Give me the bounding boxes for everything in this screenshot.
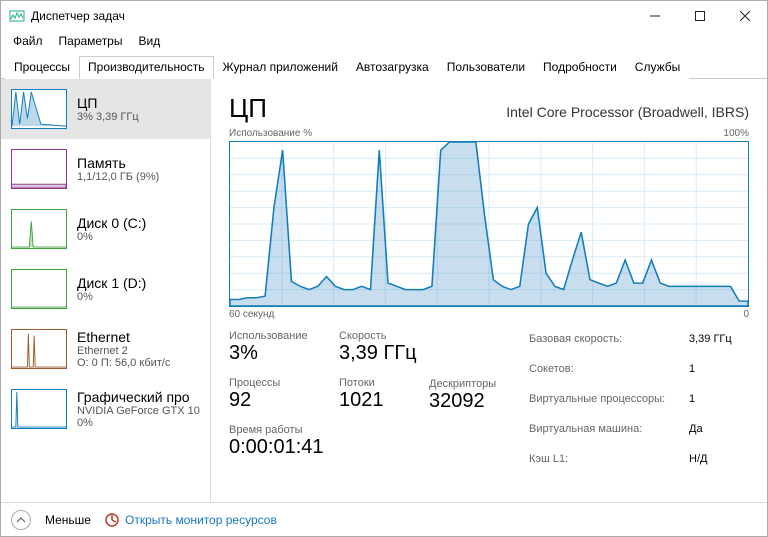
tab-services[interactable]: Службы <box>626 56 689 79</box>
tab-users[interactable]: Пользователи <box>438 56 534 79</box>
footer: Меньше Открыть монитор ресурсов <box>1 502 767 536</box>
chevron-up-icon <box>16 515 26 525</box>
sidebar-item-disk1[interactable]: Диск 1 (D:)0% <box>1 259 210 319</box>
sidebar-item-memory[interactable]: Память1,1/12,0 ГБ (9%) <box>1 139 210 199</box>
sidebar-item-disk0[interactable]: Диск 0 (C:)0% <box>1 199 210 259</box>
menu-view[interactable]: Вид <box>130 32 168 50</box>
info-sockets: 1 <box>689 360 695 378</box>
menubar: Файл Параметры Вид <box>1 31 767 51</box>
menu-file[interactable]: Файл <box>5 32 51 50</box>
minimize-button[interactable] <box>632 1 677 31</box>
main-panel: ЦП Intel Core Processor (Broadwell, IBRS… <box>211 79 767 502</box>
stat-handles: 32092 <box>429 390 519 413</box>
tab-startup[interactable]: Автозагрузка <box>347 56 438 79</box>
sidebar-label: ЦП <box>77 95 139 111</box>
menu-options[interactable]: Параметры <box>51 32 131 50</box>
sidebar-item-ethernet[interactable]: EthernetEthernet 2О: 0 П: 56,0 кбит/с <box>1 319 210 379</box>
less-label[interactable]: Меньше <box>45 513 91 527</box>
page-title: ЦП <box>229 93 267 124</box>
window-title: Диспетчер задач <box>31 9 125 23</box>
tabs: Процессы Производительность Журнал прило… <box>1 51 767 79</box>
titlebar: Диспетчер задач <box>1 1 767 31</box>
info-l1: Н/Д <box>689 450 707 468</box>
info-vm: Да <box>689 420 703 438</box>
tab-details[interactable]: Подробности <box>534 56 626 79</box>
resmon-icon <box>105 513 119 527</box>
close-button[interactable] <box>722 1 767 31</box>
tab-processes[interactable]: Процессы <box>5 56 79 79</box>
chart-xmin: 60 секунд <box>229 309 274 320</box>
collapse-button[interactable] <box>11 510 31 530</box>
sidebar: ЦП3% 3,39 ГГц Память1,1/12,0 ГБ (9%) Дис… <box>1 79 211 502</box>
tab-apphistory[interactable]: Журнал приложений <box>214 56 347 79</box>
stat-threads: 1021 <box>339 389 419 412</box>
resmon-link[interactable]: Открыть монитор ресурсов <box>105 513 277 527</box>
info-base: 3,39 ГГц <box>689 330 732 348</box>
cpu-model: Intel Core Processor (Broadwell, IBRS) <box>506 104 749 120</box>
chart-xmax: 0 <box>743 309 749 320</box>
stat-speed: 3,39 ГГц <box>339 342 419 365</box>
tab-performance[interactable]: Производительность <box>79 56 213 79</box>
stat-usage: 3% <box>229 342 329 365</box>
sidebar-item-cpu[interactable]: ЦП3% 3,39 ГГц <box>1 79 210 139</box>
stat-uptime: 0:00:01:41 <box>229 436 329 459</box>
maximize-button[interactable] <box>677 1 722 31</box>
info-vproc: 1 <box>689 390 695 408</box>
chart-ymax: 100% <box>723 128 749 139</box>
stat-processes: 92 <box>229 389 329 412</box>
app-icon <box>9 8 25 24</box>
cpu-chart <box>229 141 749 307</box>
sidebar-item-gpu[interactable]: Графический проNVIDIA GeForce GTX 100% <box>1 379 210 439</box>
chart-ylabel: Использование % <box>229 128 312 139</box>
